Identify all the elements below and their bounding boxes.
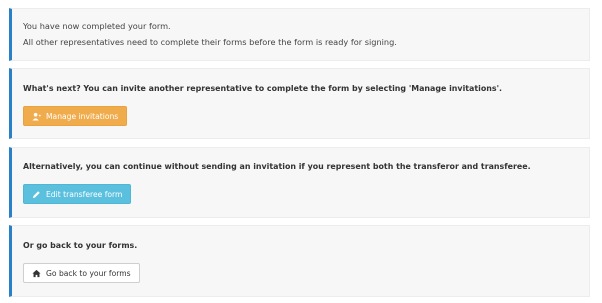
go-back-panel: Or go back to your forms. Go back to you… [9, 225, 590, 297]
go-back-instructions: Or go back to your forms. [23, 241, 138, 250]
pencil-icon [32, 190, 41, 199]
invite-instructions: What's next? You can invite another repr… [23, 84, 502, 93]
edit-transferee-form-button[interactable]: Edit transferee form [23, 184, 132, 204]
invite-representative-panel: What's next? You can invite another repr… [9, 68, 590, 139]
manage-invitations-label: Manage invitations [46, 111, 119, 121]
go-back-to-forms-button[interactable]: Go back to your forms [23, 263, 140, 283]
edit-transferee-form-label: Edit transferee form [46, 189, 123, 199]
edit-transferee-instructions: Alternatively, you can continue without … [23, 162, 531, 171]
edit-transferee-panel: Alternatively, you can continue without … [9, 147, 590, 218]
user-plus-icon [32, 112, 41, 121]
go-back-to-forms-label: Go back to your forms [46, 268, 131, 278]
manage-invitations-button[interactable]: Manage invitations [23, 106, 128, 126]
home-icon [32, 269, 41, 278]
pending-representatives-message: All other representatives need to comple… [23, 37, 397, 47]
completion-message: You have now completed your form. [23, 21, 171, 31]
completion-status-panel: You have now completed your form. All ot… [9, 8, 590, 61]
